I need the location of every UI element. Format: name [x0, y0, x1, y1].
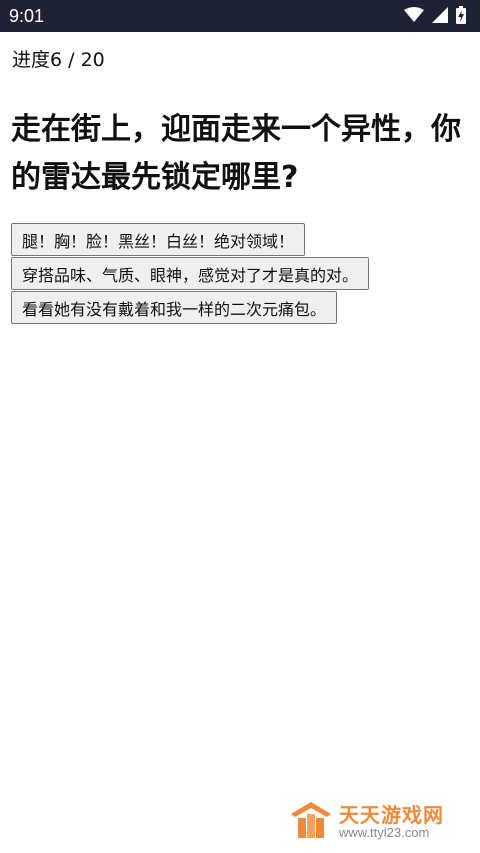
status-time: 9:01 [9, 6, 45, 26]
answer-option-3[interactable]: 看看她有没有戴着和我一样的二次元痛包。 [11, 291, 338, 324]
answer-options: 腿！胸！脸！黑丝！白丝！绝对领域！ 穿搭品味、气质、眼神，感觉对了才是真的对。 … [11, 223, 370, 324]
status-bar: 9:01 [0, 0, 480, 32]
question-text: 走在街上，迎面走来一个异性，你的雷达最先锁定哪里? [11, 112, 461, 195]
watermark-site-name: 天天游戏网 [339, 803, 444, 827]
watermark: 天天游戏网 www.ttyl23.com [289, 800, 444, 844]
cellular-signal-icon [432, 7, 448, 23]
wifi-icon [404, 7, 424, 23]
watermark-text: 天天游戏网 www.ttyl23.com [339, 804, 444, 840]
battery-charging-icon [456, 6, 466, 24]
status-icons [404, 6, 466, 24]
answer-option-2[interactable]: 穿搭品味、气质、眼神，感觉对了才是真的对。 [11, 257, 370, 290]
watermark-logo-icon [289, 800, 333, 844]
progress-indicator: 进度6 / 20 [12, 49, 105, 71]
watermark-site-url: www.ttyl23.com [339, 825, 430, 840]
answer-option-1[interactable]: 腿！胸！脸！黑丝！白丝！绝对领域！ [11, 223, 306, 256]
